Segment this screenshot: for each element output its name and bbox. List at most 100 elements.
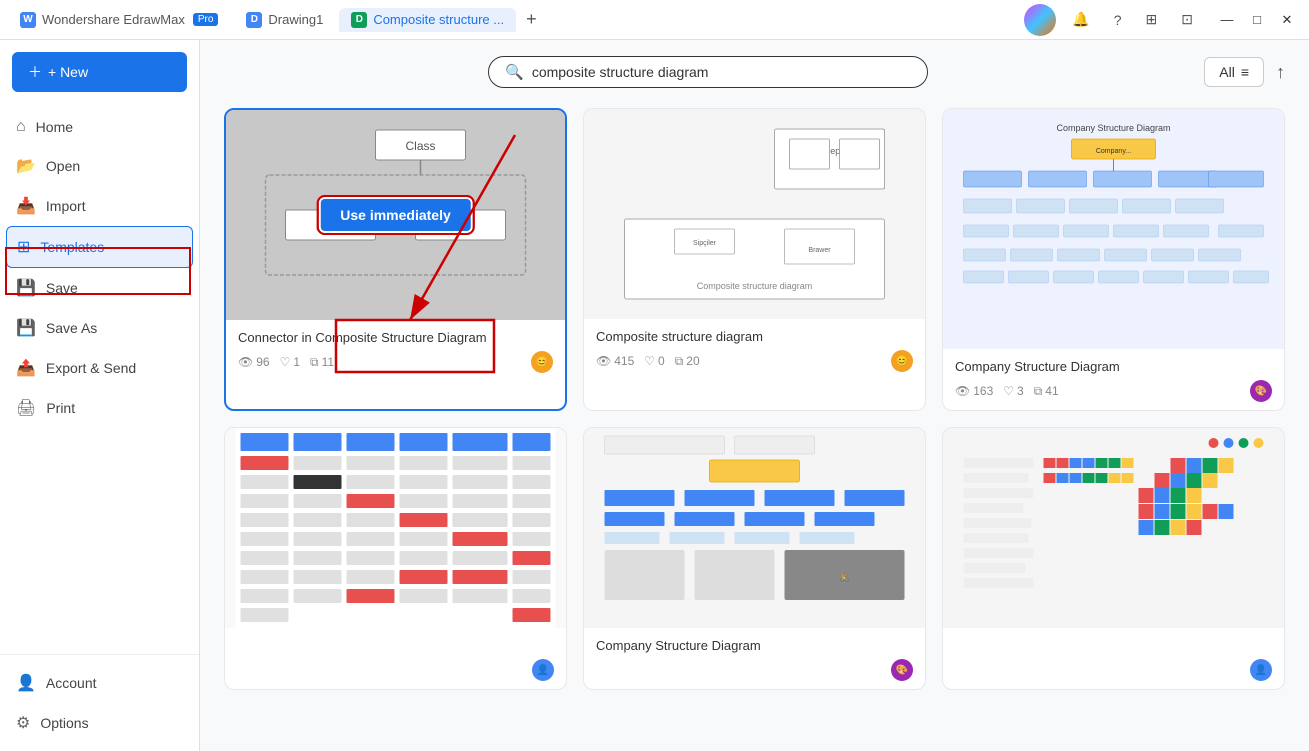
sidebar-item-home[interactable]: ⌂ Home (0, 108, 199, 146)
tab-drawing1-icon: D (246, 12, 262, 28)
like-count-composite: 0 (658, 354, 665, 368)
card-thumb-connector: Class Part 1 Part 2 ♡ Use immediately (226, 110, 565, 320)
card-thumb-composite: Bilirçeper Sipçiler Brawer Composite str… (584, 109, 925, 319)
sidebar-save-label: Save (46, 280, 78, 296)
account-icon: 👤 (16, 673, 36, 693)
author-avatar-composite: 😊 (891, 350, 913, 372)
heart-button-connector[interactable]: ♡ (539, 118, 557, 143)
app-body: ＋ + New ⌂ Home 📂 Open 📥 Import ⊞ Templat… (0, 40, 1309, 751)
copy-icon: ⧉ (675, 354, 684, 369)
copy-stat-composite: ⧉ 20 (675, 354, 700, 369)
card-stats-mosaic: 👤 (955, 659, 1272, 681)
like-count-connector: 1 (293, 355, 300, 369)
company-flowchart: 🚴 (584, 428, 925, 628)
sidebar-item-save[interactable]: 💾 Save (0, 268, 199, 308)
sidebar-home-label: Home (36, 119, 73, 135)
card-thumb-company-2: 🚴 (584, 428, 925, 628)
copy-count-company-1: 41 (1045, 384, 1058, 398)
template-card-connector[interactable]: Class Part 1 Part 2 ♡ Use immediately (224, 108, 567, 411)
sidebar-item-import[interactable]: 📥 Import (0, 186, 199, 226)
card-info-composite: Composite structure diagram 👁 415 ♡ 0 ⧉ (584, 319, 925, 380)
copy-count-connector: 11 (322, 355, 334, 369)
tab-wondershare[interactable]: W Wondershare EdrawMax Pro (8, 8, 230, 32)
tab-composite-icon: D (351, 12, 367, 28)
tab-drawing1[interactable]: D Drawing1 (234, 8, 335, 32)
sidebar-export-label: Export & Send (46, 360, 136, 376)
svg-text:🚴: 🚴 (840, 572, 850, 582)
tab-composite[interactable]: D Composite structure ... (339, 8, 516, 32)
like-stat-company-1: ♡ 3 (1003, 384, 1023, 398)
card-stats-company-2: 🎨 (596, 659, 913, 681)
maximize-button[interactable]: □ (1243, 6, 1271, 34)
add-tab-button[interactable]: + (520, 9, 543, 30)
mosaic-diagram (943, 428, 1284, 628)
window-controls: — □ ✕ (1213, 6, 1301, 34)
author-avatar-kanban: 👤 (532, 659, 554, 681)
use-immediately-button[interactable]: Use immediately (318, 197, 473, 233)
sidebar-item-print[interactable]: 🖨 Print (0, 388, 199, 428)
svg-text:Composite structure diagram: Composite structure diagram (697, 281, 813, 291)
view-count-connector: 96 (256, 355, 269, 369)
sidebar-item-templates[interactable]: ⊞ Templates (6, 226, 193, 268)
view-stat-connector: 👁 96 (238, 355, 270, 369)
svg-text:Sipçiler: Sipçiler (693, 240, 717, 247)
copy-stat-connector: ⧉ 11 (310, 355, 334, 370)
template-card-company-1[interactable]: Company Structure Diagram Company... (942, 108, 1285, 411)
like-icon-c1: ♡ (1003, 384, 1014, 398)
like-icon: ♡ (644, 354, 655, 368)
titlebar: W Wondershare EdrawMax Pro D Drawing1 D … (0, 0, 1309, 40)
template-card-composite[interactable]: Bilirçeper Sipçiler Brawer Composite str… (583, 108, 926, 411)
template-card-mosaic[interactable]: 👤 (942, 427, 1285, 690)
import-icon: 📥 (16, 196, 36, 216)
sidebar-import-label: Import (46, 198, 86, 214)
new-button[interactable]: ＋ + New (12, 52, 187, 92)
view-count-composite: 415 (614, 354, 634, 368)
author-avatar-company-1: 🎨 (1250, 380, 1272, 402)
sidebar: ＋ + New ⌂ Home 📂 Open 📥 Import ⊞ Templat… (0, 40, 200, 751)
tab-composite-label: Composite structure ... (373, 12, 504, 27)
filter-button[interactable]: All ≡ (1204, 57, 1264, 87)
close-button[interactable]: ✕ (1273, 6, 1301, 34)
card-thumb-company-1: Company Structure Diagram Company... (943, 109, 1284, 349)
copy-count-composite: 20 (686, 354, 699, 368)
sidebar-item-export-send[interactable]: 📤 Export & Send (0, 348, 199, 388)
print-icon: 🖨 (16, 398, 36, 418)
help-button[interactable]: ? (1106, 8, 1130, 32)
card-title-composite: Composite structure diagram (596, 329, 913, 344)
view-icon-connector: 👁 (238, 355, 253, 369)
templates-grid: Class Part 1 Part 2 ♡ Use immediately (200, 100, 1309, 751)
scroll-to-top-button[interactable]: ↑ (1276, 62, 1285, 83)
minimize-button[interactable]: — (1213, 6, 1241, 34)
view-stat-composite: 👁 415 (596, 354, 634, 368)
save-icon: 💾 (16, 278, 36, 298)
search-icon: 🔍 (505, 63, 524, 81)
grid-view-button[interactable]: ⊞ (1138, 7, 1166, 32)
author-avatar-company-2: 🎨 (891, 659, 913, 681)
template-card-kanban[interactable]: 👤 (224, 427, 567, 690)
like-count-company-1: 3 (1017, 384, 1024, 398)
card-info-company-2: Company Structure Diagram 🎨 (584, 628, 925, 689)
search-bar: 🔍 (488, 56, 928, 88)
sidebar-item-account[interactable]: 👤 Account (0, 663, 199, 703)
sidebar-item-save-as[interactable]: 💾 Save As (0, 308, 199, 348)
svg-text:Class: Class (405, 139, 435, 153)
card-info-connector: Connector in Composite Structure Diagram… (226, 320, 565, 381)
sidebar-account-label: Account (46, 675, 97, 691)
author-avatar-connector: 😊 (531, 351, 553, 373)
view-stat-company-1: 👁 163 (955, 384, 993, 398)
search-input[interactable] (532, 64, 911, 80)
sidebar-item-options[interactable]: ⚙ Options (0, 703, 199, 743)
kanban-diagram (225, 428, 566, 628)
new-label: + New (48, 64, 88, 80)
pro-badge: Pro (193, 13, 219, 26)
view-count-company-1: 163 (973, 384, 993, 398)
card-info-kanban: 👤 (225, 628, 566, 689)
layout-button[interactable]: ⊡ (1173, 7, 1201, 32)
new-plus-icon: ＋ (28, 62, 42, 82)
template-card-company-2[interactable]: 🚴 Company Structure Diagram 🎨 (583, 427, 926, 690)
open-icon: 📂 (16, 156, 36, 176)
user-avatar[interactable] (1024, 4, 1056, 36)
sidebar-item-open[interactable]: 📂 Open (0, 146, 199, 186)
card-title-company-1: Company Structure Diagram (955, 359, 1272, 374)
notification-button[interactable]: 🔔 (1064, 7, 1097, 32)
